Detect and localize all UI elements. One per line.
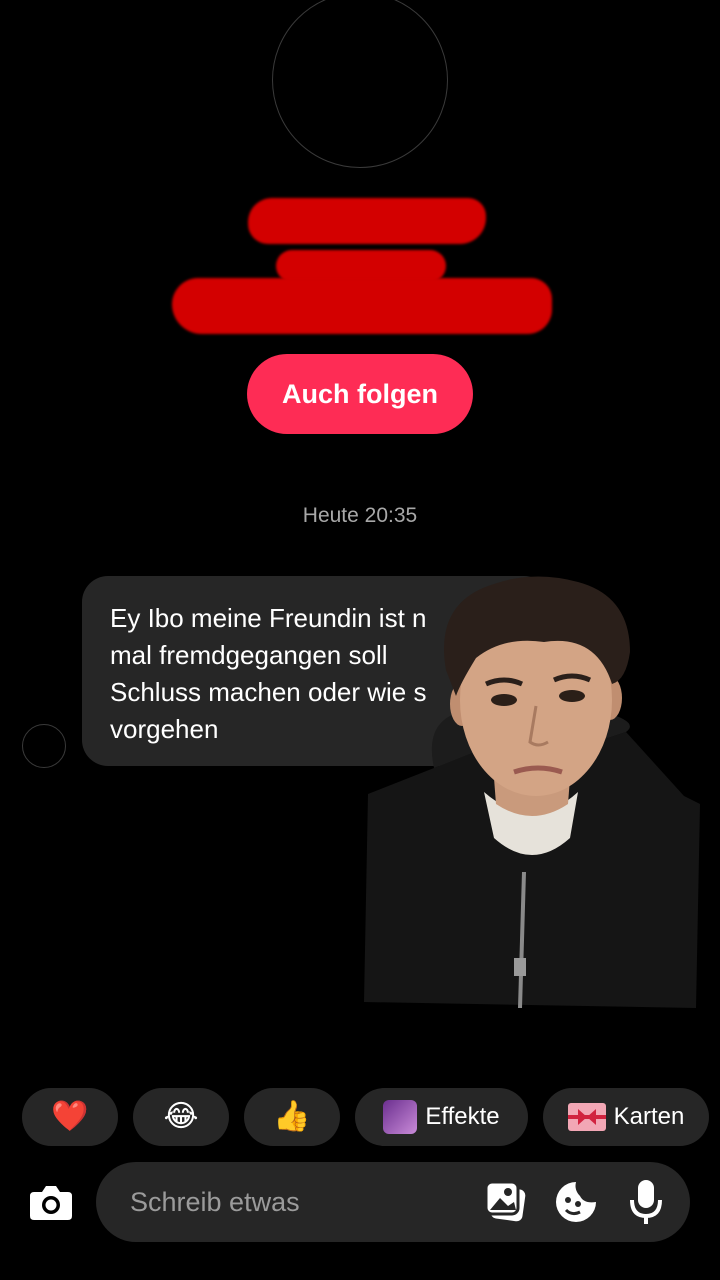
sticker-button[interactable]: [554, 1180, 598, 1224]
sticker-icon: [556, 1182, 596, 1222]
cards-label: Karten: [613, 1103, 685, 1130]
follow-back-button[interactable]: Auch folgen: [247, 354, 473, 434]
effects-thumbnail-icon: [383, 1100, 418, 1134]
laughing-emoji-icon: 😂: [163, 1100, 199, 1133]
message-input[interactable]: Schreib etwas: [96, 1162, 690, 1242]
gift-card-icon: [567, 1103, 606, 1131]
gallery-button[interactable]: [484, 1180, 528, 1224]
microphone-icon: [630, 1180, 662, 1224]
voice-message-button[interactable]: [628, 1178, 664, 1226]
message-timestamp: Heute 20:35: [302, 504, 418, 527]
camera-icon: [30, 1186, 72, 1220]
cards-button[interactable]: Karten: [543, 1088, 709, 1146]
message-input-placeholder: Schreib etwas: [130, 1187, 300, 1217]
profile-avatar[interactable]: [272, 0, 448, 168]
effects-button[interactable]: Effekte: [355, 1088, 528, 1146]
image-icon: [484, 1180, 526, 1222]
heart-icon: ❤️: [51, 1100, 89, 1133]
thumbs-up-icon: 👍: [273, 1100, 311, 1133]
reaction-thumbs-up-button[interactable]: 👍: [244, 1088, 340, 1146]
quick-reactions-bar: ❤️ 😂 👍 Effekte Karten: [0, 1088, 720, 1148]
person-overlay-image: [364, 576, 700, 1008]
sender-avatar[interactable]: [22, 724, 66, 768]
effects-label: Effekte: [425, 1103, 500, 1130]
camera-button[interactable]: [28, 1180, 74, 1224]
reaction-heart-button[interactable]: ❤️: [22, 1088, 118, 1146]
reaction-laughing-button[interactable]: 😂: [133, 1088, 229, 1146]
